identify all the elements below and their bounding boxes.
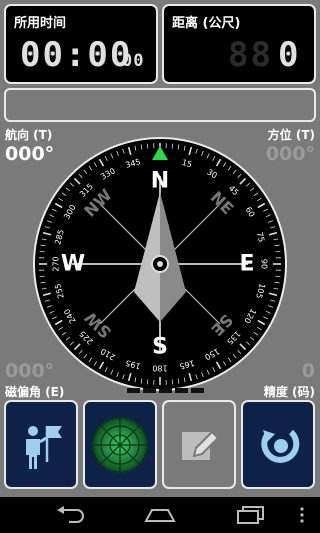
- declination-value: 000°: [5, 360, 55, 382]
- compass-tick: [39, 250, 45, 253]
- compass-tick: [171, 379, 174, 385]
- elapsed-time-panel: 所用时间 88:88 00:00 00: [4, 4, 158, 84]
- edit-button[interactable]: [162, 400, 236, 489]
- distance-label: 距离 (公尺): [172, 16, 241, 31]
- compass-dial[interactable]: 1530456075901051201351501651801952102252…: [33, 137, 287, 391]
- recents-icon[interactable]: [236, 505, 266, 525]
- compass-tick: [39, 275, 45, 278]
- compass-tick: [146, 379, 149, 385]
- compass-tick: [146, 143, 149, 149]
- elapsed-time-seconds: 00: [122, 51, 145, 71]
- compass-tick: [171, 143, 174, 149]
- home-icon[interactable]: [144, 507, 176, 523]
- person-flag-icon: [26, 426, 62, 469]
- edit-icon: [182, 430, 220, 460]
- cardinal-north: N: [151, 169, 169, 194]
- radar-button[interactable]: [83, 400, 157, 489]
- elapsed-time-value: 00:00: [20, 35, 133, 75]
- reset-icon: [261, 429, 300, 463]
- system-nav-bar: [0, 497, 320, 533]
- degree-label: 180: [152, 364, 167, 373]
- elapsed-time-label: 所用时间: [14, 16, 67, 31]
- cardinal-west: W: [61, 252, 85, 277]
- menu-icon[interactable]: [298, 506, 306, 524]
- radar-icon: [92, 417, 148, 473]
- back-icon[interactable]: [55, 506, 87, 524]
- declination-label: 磁偏角 (E): [5, 385, 65, 399]
- accuracy-label: 精度 (码): [263, 385, 315, 399]
- degree-label: 90: [260, 259, 269, 269]
- info-bar: [4, 88, 316, 122]
- reset-button[interactable]: [241, 400, 315, 489]
- compass-tick: [275, 275, 281, 278]
- degree-label: 270: [52, 256, 61, 271]
- page-indicator: [127, 388, 204, 393]
- waypoint-button[interactable]: [4, 400, 78, 489]
- accuracy-value: 0: [301, 360, 315, 382]
- cardinal-south: S: [152, 335, 168, 360]
- cardinal-east: E: [239, 252, 254, 277]
- compass-tick: [275, 250, 281, 253]
- distance-panel: 距离 (公尺) 88 0: [162, 4, 316, 84]
- distance-ghost: 88: [228, 35, 273, 75]
- distance-value: 0: [278, 35, 301, 75]
